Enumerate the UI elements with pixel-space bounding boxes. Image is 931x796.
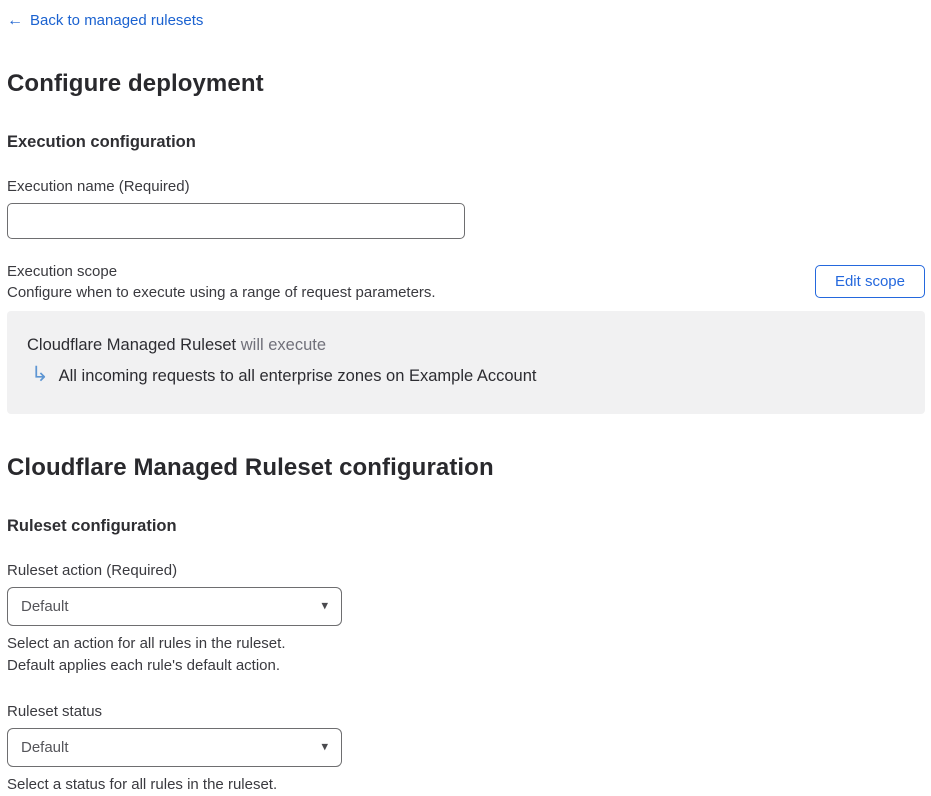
edit-scope-button[interactable]: Edit scope (814, 265, 925, 298)
execution-scope-label: Execution scope (7, 262, 118, 280)
ruleset-action-label: Ruleset action (Required) (7, 561, 178, 579)
summary-ruleset-name: Cloudflare Managed Ruleset (27, 335, 237, 354)
summary-line-ruleset: Cloudflare Managed Ruleset will execute (27, 336, 905, 355)
execution-configuration-heading: Execution configuration (7, 132, 196, 151)
back-to-managed-rulesets-link[interactable]: ← Back to managed rulesets (7, 12, 203, 29)
execution-scope-row: Execution scope Configure when to execut… (7, 263, 925, 301)
execution-name-input[interactable] (7, 202, 465, 239)
ruleset-status-selected-value: Default (21, 738, 69, 756)
back-arrow-icon: ← (7, 11, 23, 29)
page-title: Configure deployment (7, 69, 264, 97)
ruleset-action-help-1: Select an action for all rules in the ru… (7, 634, 286, 652)
breakout-arrow-icon: ↳ (31, 362, 49, 386)
summary-scope-text: All incoming requests to all enterprise … (58, 366, 537, 385)
back-link-label: Back to managed rulesets (30, 12, 204, 29)
execution-scope-text: Execution scope Configure when to execut… (7, 263, 436, 301)
configure-deployment-page: ← Back to managed rulesets Configure dep… (0, 0, 931, 796)
ruleset-status-select[interactable]: Default ▾ (7, 727, 342, 767)
ruleset-status-help-1: Select a status for all rules in the rul… (7, 775, 278, 793)
summary-will-execute-text: will execute (240, 335, 327, 354)
ruleset-configuration-title: Cloudflare Managed Ruleset configuration (7, 453, 494, 481)
ruleset-action-selected-value: Default (21, 597, 69, 615)
ruleset-action-help-2: Default applies each rule's default acti… (7, 656, 281, 674)
execution-name-label: Execution name (Required) (7, 177, 190, 195)
chevron-down-icon: ▾ (321, 597, 328, 613)
summary-line-scope: ↳ All incoming requests to all enterpris… (27, 362, 905, 387)
ruleset-status-label: Ruleset status (7, 702, 103, 720)
execution-scope-description: Configure when to execute using a range … (7, 283, 436, 301)
execution-summary-box: Cloudflare Managed Ruleset will execute … (7, 310, 925, 414)
ruleset-action-select[interactable]: Default ▾ (7, 586, 342, 626)
chevron-down-icon: ▾ (321, 738, 328, 754)
ruleset-configuration-subheading: Ruleset configuration (7, 516, 177, 535)
